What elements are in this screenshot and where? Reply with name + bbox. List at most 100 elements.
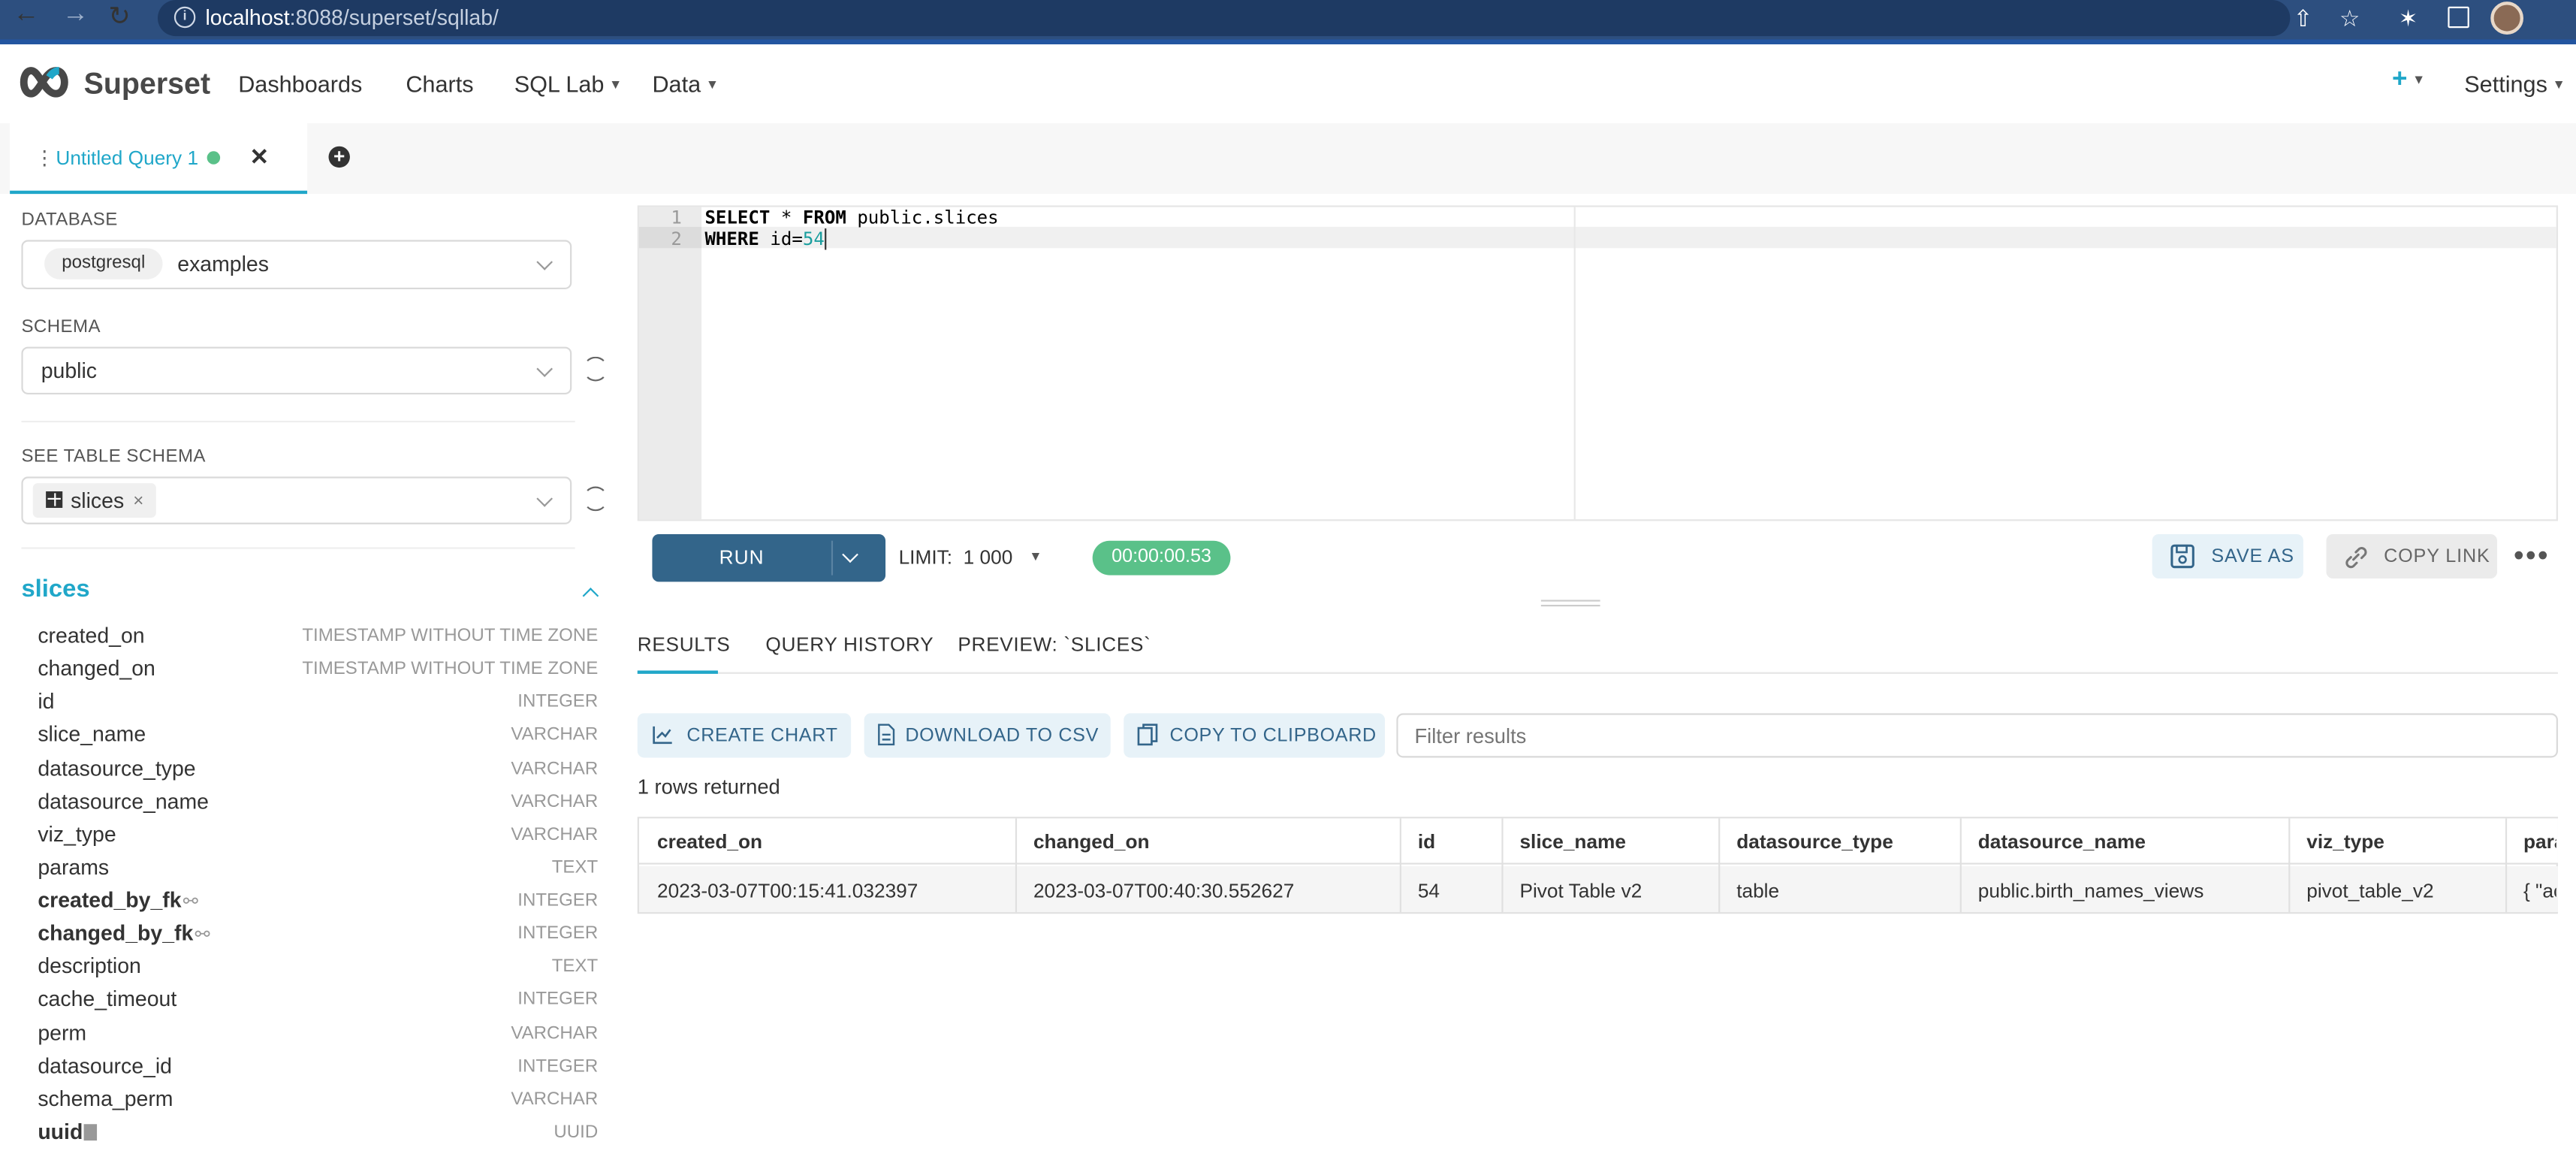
resize-handle[interactable] (1540, 600, 1600, 607)
table-title[interactable]: slices (21, 575, 89, 605)
tab-menu-icon[interactable]: ⋮ (35, 147, 54, 170)
extensions-icon[interactable]: ✶ (2399, 5, 2418, 32)
add-tab-icon[interactable]: + (328, 146, 350, 168)
foreign-key-link-icon: ⚯ (182, 892, 198, 913)
column-divider (1959, 818, 1962, 913)
column-name: perm (38, 1020, 87, 1045)
limit-label: LIMIT: (898, 545, 953, 569)
tab-preview-slices[interactable]: PREVIEW: `SLICES` (958, 633, 1151, 656)
column-divider (1399, 818, 1401, 913)
column-name: datasource_name (38, 788, 209, 814)
column-name: params (38, 854, 110, 880)
save-icon (2170, 544, 2194, 569)
settings-menu[interactable]: Settings ▼ (2464, 69, 2565, 101)
refresh-tables-icon[interactable] (583, 486, 608, 512)
info-icon[interactable]: i (173, 6, 196, 29)
nav-charts[interactable]: Charts (406, 69, 473, 98)
column-header[interactable]: para (2523, 830, 2556, 853)
column-type: VARCHAR (511, 1023, 599, 1044)
divider (21, 547, 575, 549)
column-header[interactable]: datasource_type (1736, 830, 1958, 853)
address-bar[interactable]: i localhost:8088/superset/sqllab/ (158, 0, 2291, 37)
more-options-icon[interactable]: ••• (2514, 541, 2550, 570)
forward-icon[interactable]: → (62, 0, 89, 29)
refresh-schema-icon[interactable] (583, 356, 608, 382)
column-type: TEXT (551, 857, 599, 878)
column-name: created_on (38, 623, 145, 648)
run-button-label[interactable]: RUN (652, 545, 831, 569)
column-type: VARCHAR (511, 791, 599, 811)
bookmark-star-icon[interactable]: ☆ (2339, 5, 2360, 32)
nav-dashboards[interactable]: Dashboards (238, 69, 362, 98)
schema-label: SCHEMA (21, 317, 101, 337)
column-type: UUID (554, 1122, 599, 1143)
column-name: datasource_id (38, 1053, 172, 1078)
side-panel-icon[interactable] (2448, 6, 2469, 29)
filter-results-input[interactable] (1396, 713, 2558, 758)
code-text: * (770, 207, 803, 229)
divider (21, 421, 575, 423)
column-header[interactable]: datasource_name (1978, 830, 2287, 853)
app-navbar (0, 44, 2576, 124)
remove-tag-icon[interactable]: × (133, 490, 143, 513)
query-tab-label[interactable]: Untitled Query 1 (56, 147, 198, 170)
copy-clipboard-label[interactable]: COPY TO CLIPBOARD (1170, 725, 1377, 748)
limit-value: 1 000 (963, 545, 1013, 569)
column-name: changed_on (38, 656, 155, 681)
tab-query-history[interactable]: QUERY HISTORY (765, 633, 934, 656)
column-name: created_by_fk ⚯ (38, 887, 198, 913)
save-as-label[interactable]: SAVE AS (2211, 545, 2294, 569)
database-name: examples (177, 251, 269, 276)
column-name: changed_by_fk ⚯ (38, 920, 210, 946)
code-line-2[interactable]: WHERE id=54 (704, 228, 827, 250)
create-chart-label[interactable]: CREATE CHART (686, 725, 837, 748)
back-icon[interactable]: ← (14, 0, 40, 29)
schema-select[interactable] (21, 346, 572, 394)
table-cell: Pivot Table v2 (1519, 879, 1642, 902)
nav-data[interactable]: Data ▼ (652, 69, 719, 101)
column-name: schema_perm (38, 1086, 173, 1111)
column-header[interactable]: created_on (657, 830, 1014, 853)
download-csv-label[interactable]: DOWNLOAD TO CSV (905, 725, 1099, 748)
column-name: viz_type (38, 821, 116, 847)
column-type: INTEGER (517, 923, 599, 944)
column-header[interactable]: changed_on (1033, 830, 1398, 853)
new-plus-menu[interactable]: + ▼ (2392, 66, 2425, 95)
brand-name[interactable]: Superset (84, 66, 211, 102)
copy-link-label[interactable]: COPY LINK (2384, 545, 2490, 569)
nav-sql-lab-label: SQL Lab (514, 71, 605, 98)
table-tag-label: slices (71, 488, 125, 513)
column-header[interactable]: id (1418, 830, 1500, 853)
column-header[interactable]: slice_name (1519, 830, 1717, 853)
limit-dropdown[interactable]: LIMIT: 1 000 ▼ (899, 545, 1042, 569)
nav-sql-lab[interactable]: SQL Lab ▼ (514, 69, 623, 101)
column-type: TIMESTAMP WITHOUT TIME ZONE (302, 659, 599, 679)
print-margin (1573, 207, 1576, 520)
settings-label: Settings (2464, 71, 2547, 98)
collapse-up-icon[interactable] (582, 588, 599, 604)
table-cell: 54 (1417, 879, 1440, 902)
column-header[interactable]: viz_type (2306, 830, 2504, 853)
keyword-where: WHERE (704, 228, 759, 250)
query-timer: 00:00:00.53 (1092, 540, 1231, 575)
share-icon[interactable]: ⇧ (2294, 5, 2313, 32)
code-text: id= (759, 228, 803, 250)
database-label: DATABASE (21, 210, 118, 231)
sql-editor[interactable] (637, 205, 2558, 521)
close-tab-icon[interactable]: ✕ (250, 143, 270, 169)
table-cell: 2023-03-07T00:15:41.032397 (657, 879, 918, 902)
tab-results[interactable]: RESULTS (638, 633, 731, 656)
code-line-1[interactable]: SELECT * FROM public.slices (704, 207, 998, 228)
nav-data-label: Data (652, 71, 701, 98)
column-name: slice_name (38, 722, 146, 747)
query-status-dot (207, 151, 221, 165)
reload-icon[interactable]: ↻ (108, 0, 130, 33)
profile-avatar[interactable] (2490, 2, 2523, 35)
key-bookmark-icon (84, 1124, 98, 1140)
query-tabs-bar (0, 123, 2576, 195)
database-engine-tag: postgresql (44, 248, 163, 279)
plus-icon: + (2392, 65, 2408, 94)
column-type: VARCHAR (511, 758, 599, 778)
caret-down-icon: ▼ (2552, 77, 2565, 92)
table-cell: public.birth_names_views (1977, 879, 2204, 902)
